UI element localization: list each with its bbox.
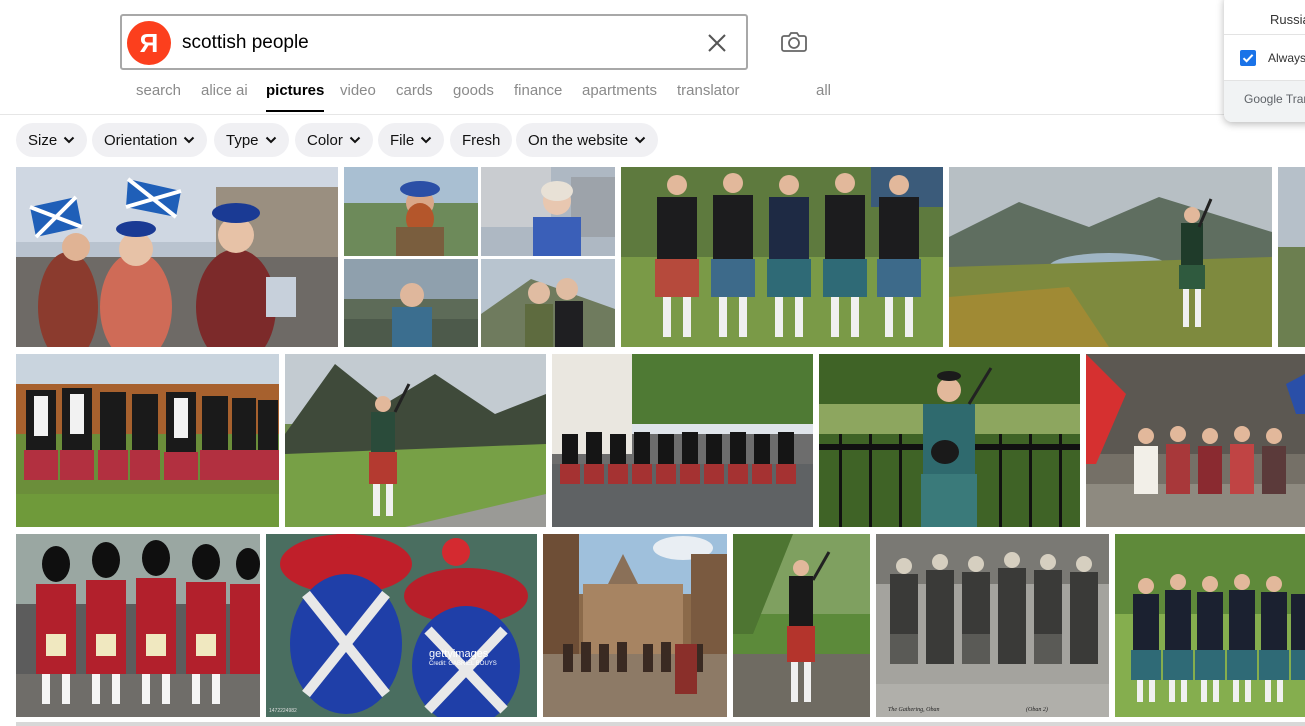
- filter-orientation[interactable]: Orientation: [92, 123, 208, 157]
- filter-label: Type: [226, 131, 259, 149]
- collage-couple-hills: [481, 259, 615, 347]
- chevron-down-icon: [184, 136, 195, 144]
- image-result-pipe-band-red[interactable]: [16, 534, 260, 717]
- chevron-down-icon: [634, 136, 646, 144]
- filter-label: Fresh: [462, 131, 501, 149]
- chevron-down-icon: [63, 136, 75, 144]
- image-result-piper-garden[interactable]: [819, 354, 1080, 527]
- popup-divider: [1224, 34, 1305, 35]
- image-result-piper-glen[interactable]: [733, 534, 870, 717]
- header: Я search alice ai pictures video cards g…: [0, 0, 1305, 122]
- search-input[interactable]: [182, 28, 682, 58]
- archive-caption: The Gathering, Oban: [888, 707, 940, 713]
- checkmark-icon: [1242, 54, 1254, 63]
- collage-man-lake: [344, 259, 478, 347]
- yandex-logo[interactable]: Я: [127, 21, 171, 65]
- piper-glencoe-photo: [285, 354, 546, 527]
- image-result-collage[interactable]: [344, 167, 615, 347]
- filter-label: On the website: [528, 131, 629, 149]
- face-paint-photo: [266, 534, 537, 717]
- image-result-group-kilts-field[interactable]: [1115, 534, 1305, 717]
- tab-alice-ai[interactable]: alice ai: [201, 82, 248, 99]
- archive-number: (Oban 2): [1026, 707, 1048, 713]
- getty-credit: Credit: GABRIEL BOUYS: [429, 661, 497, 667]
- filter-file[interactable]: File: [378, 123, 445, 157]
- getty-image-id: 1472224982: [269, 708, 297, 714]
- chevron-down-icon: [420, 136, 432, 144]
- men-in-kilts-photo: [621, 167, 943, 347]
- tab-goods[interactable]: goods: [453, 82, 494, 99]
- image-result-face-paint[interactable]: gettyimages Credit: GABRIEL BOUYS 147222…: [266, 534, 537, 717]
- image-result-group-cape[interactable]: [1086, 354, 1305, 527]
- tab-video[interactable]: video: [340, 82, 376, 99]
- filter-type[interactable]: Type: [214, 123, 289, 157]
- tab-search[interactable]: search: [136, 82, 181, 99]
- image-result-rally-flags[interactable]: [16, 167, 338, 347]
- filter-label: File: [390, 131, 415, 149]
- filter-fresh[interactable]: Fresh: [450, 123, 513, 157]
- tab-pictures[interactable]: pictures: [266, 82, 325, 112]
- next-row-edge: [16, 722, 1305, 726]
- group-cape-photo: [1086, 354, 1305, 527]
- google-translate-brand: Google Translate: [1244, 92, 1305, 106]
- street-parade-photo: [552, 354, 813, 527]
- image-result-street-parade[interactable]: [552, 354, 813, 527]
- search-box[interactable]: Я: [120, 14, 748, 70]
- clear-search-button[interactable]: [704, 30, 730, 56]
- close-icon: [708, 34, 726, 52]
- tab-apartments[interactable]: apartments: [582, 82, 657, 99]
- group-kilts-field-photo: [1115, 534, 1305, 717]
- translate-popup: Russian Always Google Translate: [1224, 0, 1305, 122]
- image-result-piper-glencoe[interactable]: [285, 354, 546, 527]
- filter-on-the-website[interactable]: On the website: [516, 123, 659, 157]
- translate-language[interactable]: Russian: [1270, 12, 1305, 27]
- collage-red-beard-man: [344, 167, 478, 256]
- chevron-down-icon: [349, 136, 361, 144]
- piper-glen-photo: [733, 534, 870, 717]
- piper-highlands-photo: [949, 167, 1272, 347]
- image-result-men-in-kilts[interactable]: [621, 167, 943, 347]
- image-search-button[interactable]: [778, 26, 810, 58]
- partial-photo: [1278, 167, 1305, 347]
- filter-size[interactable]: Size: [16, 123, 88, 157]
- image-result-vintage-group[interactable]: The Gathering, Oban (Oban 2): [876, 534, 1109, 717]
- chevron-down-icon: [265, 136, 276, 144]
- rally-flags-photo: [16, 167, 338, 347]
- piper-garden-photo: [819, 354, 1080, 527]
- getty-logo: gettyimages: [429, 648, 489, 660]
- image-result-piper-highlands[interactable]: [949, 167, 1272, 347]
- vintage-group-photo: [876, 534, 1109, 717]
- filter-label: Size: [28, 131, 58, 149]
- always-translate-checkbox[interactable]: [1240, 50, 1256, 66]
- image-result-band-march[interactable]: [16, 354, 279, 527]
- tab-all[interactable]: all: [816, 82, 831, 99]
- image-result-partial[interactable]: [1278, 167, 1305, 347]
- camera-icon: [781, 32, 807, 52]
- logo-letter: Я: [139, 27, 159, 58]
- old-town-street-photo: [543, 534, 727, 717]
- pipe-band-red-photo: [16, 534, 260, 717]
- image-result-old-town-street[interactable]: [543, 534, 727, 717]
- filter-label: Color: [307, 131, 343, 149]
- filter-color[interactable]: Color: [295, 123, 373, 157]
- image-search-page: Я search alice ai pictures video cards g…: [0, 0, 1305, 726]
- band-march-photo: [16, 354, 279, 527]
- collage-woman-street: [481, 167, 615, 256]
- always-translate-label: Always: [1268, 51, 1305, 65]
- getty-watermark: gettyimages Credit: GABRIEL BOUYS: [429, 648, 497, 667]
- tab-finance[interactable]: finance: [514, 82, 562, 99]
- tab-translator[interactable]: translator: [677, 82, 740, 99]
- filter-label: Orientation: [104, 131, 178, 149]
- tab-cards[interactable]: cards: [396, 82, 433, 99]
